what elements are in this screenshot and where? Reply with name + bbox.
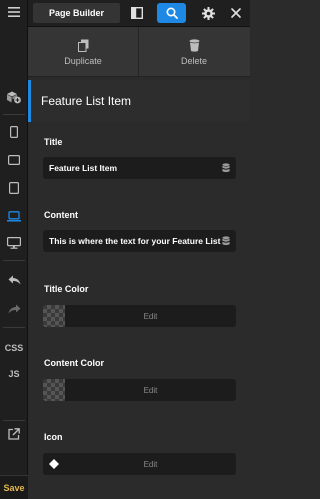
top-toolbar: Page Builder	[28, 0, 250, 27]
undo-icon[interactable]	[0, 268, 28, 292]
duplicate-icon	[77, 39, 88, 52]
dynamic-data-icon[interactable]	[222, 236, 230, 246]
menu-icon[interactable]	[0, 0, 28, 24]
js-label: JS	[8, 369, 20, 379]
title-color-label: Title Color	[44, 284, 89, 294]
content-color-label: Content Color	[44, 358, 104, 368]
left-toolbar: CSS JS Save	[0, 0, 28, 499]
external-link-icon[interactable]	[0, 422, 28, 446]
add-element-icon[interactable]	[0, 85, 28, 109]
content-label: Content	[44, 210, 78, 220]
page-builder-panel: CSS JS Save Page Builder Duplicate Delet…	[0, 0, 250, 499]
css-label: CSS	[4, 343, 24, 353]
content-color-swatch[interactable]	[43, 379, 65, 401]
trash-icon	[189, 38, 199, 52]
icon-picker-control[interactable]: Edit	[43, 453, 236, 475]
content-field[interactable]: This is where the text for your Feature …	[43, 230, 236, 252]
laptop-icon[interactable]	[0, 204, 28, 228]
mobile-icon[interactable]	[0, 120, 28, 144]
duplicate-button[interactable]: Duplicate	[28, 27, 138, 77]
element-actions: Duplicate Delete	[28, 27, 250, 77]
duplicate-label: Duplicate	[64, 55, 102, 66]
dynamic-data-icon[interactable]	[222, 163, 230, 173]
page-builder-title[interactable]: Page Builder	[33, 3, 120, 23]
js-button[interactable]: JS	[0, 362, 28, 386]
icon-preview[interactable]	[43, 453, 65, 475]
content-color-edit[interactable]: Edit	[65, 379, 236, 401]
title-color-edit[interactable]: Edit	[65, 305, 236, 327]
icon-edit[interactable]: Edit	[65, 453, 236, 475]
content-value: This is where the text for your Feature …	[49, 236, 221, 246]
delete-button[interactable]: Delete	[139, 27, 249, 77]
title-color-swatch[interactable]	[43, 305, 65, 327]
content-color-picker[interactable]: Edit	[43, 379, 236, 401]
panel-toggle-icon[interactable]	[126, 3, 148, 23]
close-icon[interactable]	[225, 3, 247, 23]
gear-icon[interactable]	[197, 3, 219, 23]
search-icon[interactable]	[157, 3, 186, 23]
save-button[interactable]: Save	[0, 475, 28, 499]
title-color-picker[interactable]: Edit	[43, 305, 236, 327]
title-label: Title	[44, 137, 63, 147]
delete-label: Delete	[180, 55, 207, 66]
css-button[interactable]: CSS	[0, 336, 28, 360]
title-field[interactable]: Feature List Item	[43, 157, 236, 179]
panel-title: Feature List Item	[28, 80, 250, 122]
icon-label: Icon	[44, 432, 63, 442]
desktop-icon[interactable]	[0, 231, 28, 255]
tablet-landscape-icon[interactable]	[0, 148, 28, 172]
tablet-icon[interactable]	[0, 176, 28, 200]
title-value: Feature List Item	[49, 163, 118, 173]
redo-icon[interactable]	[0, 297, 28, 321]
diamond-icon	[49, 459, 59, 469]
